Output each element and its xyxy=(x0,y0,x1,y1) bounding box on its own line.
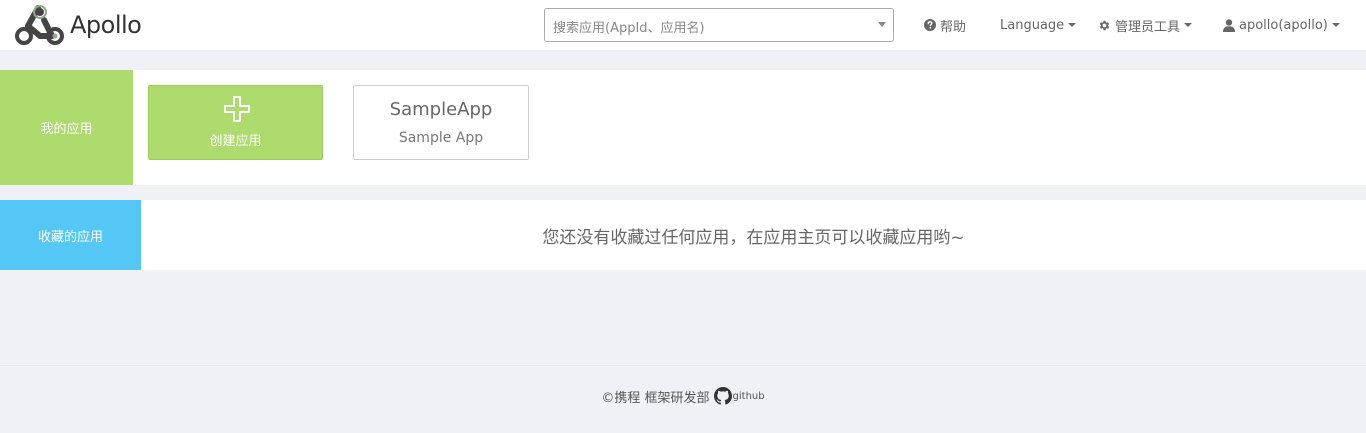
create-app-label: 创建应用 xyxy=(209,134,262,149)
create-app-button[interactable]: 创建应用 xyxy=(148,85,323,160)
app-card-id: SampleApp xyxy=(389,99,493,120)
brand-name: Apollo xyxy=(70,11,142,39)
admin-tools-dropdown[interactable]: 管理员工具 xyxy=(1098,0,1193,50)
caret-down-icon xyxy=(1184,23,1193,27)
language-label: Language xyxy=(1000,17,1065,33)
favorites-empty-message: 您还没有收藏过任何应用，在应用主页可以收藏应用哟~ xyxy=(542,227,965,248)
language-dropdown[interactable]: Language xyxy=(1000,0,1077,50)
caret-down-icon xyxy=(1331,23,1340,27)
app-search-select[interactable]: 搜索应用(AppId、应用名) xyxy=(544,8,894,42)
apollo-logo-icon xyxy=(15,5,64,45)
brand-logo[interactable]: Apollo xyxy=(14,2,142,48)
search-placeholder: 搜索应用(AppId、应用名) xyxy=(553,21,705,36)
caret-down-icon xyxy=(1068,23,1077,27)
help-link[interactable]: 帮助 xyxy=(924,0,966,50)
my-apps-label: 我的应用 xyxy=(0,70,133,185)
footer: ©携程 框架研发部 github xyxy=(0,383,1366,409)
user-dropdown[interactable]: apollo(apollo) xyxy=(1223,0,1340,50)
app-card-sampleapp[interactable]: SampleApp Sample App xyxy=(353,85,529,160)
gear-icon xyxy=(1099,20,1110,30)
user-label: apollo(apollo) xyxy=(1239,17,1328,33)
user-icon xyxy=(1223,18,1235,32)
question-circle-icon xyxy=(924,19,936,31)
footer-divider xyxy=(0,365,1366,366)
admin-tools-label: 管理员工具 xyxy=(1115,19,1181,35)
app-card-name: Sample App xyxy=(398,130,484,146)
my-apps-section: 我的应用 创建应用 SampleApp Sample App xyxy=(0,70,1366,185)
plus-icon xyxy=(224,96,250,122)
favorite-apps-label: 收藏的应用 xyxy=(0,200,141,270)
top-navbar: Apollo 搜索应用(AppId、应用名) 帮助 Language 管理员工具… xyxy=(0,0,1366,50)
favorite-apps-section: 收藏的应用 您还没有收藏过任何应用，在应用主页可以收藏应用哟~ xyxy=(0,200,1366,270)
footer-copyright: ©携程 框架研发部 xyxy=(601,390,710,406)
footer-github-link[interactable]: github xyxy=(733,391,765,402)
help-label: 帮助 xyxy=(940,19,967,35)
github-icon[interactable] xyxy=(713,387,732,405)
chevron-down-icon xyxy=(878,22,886,27)
